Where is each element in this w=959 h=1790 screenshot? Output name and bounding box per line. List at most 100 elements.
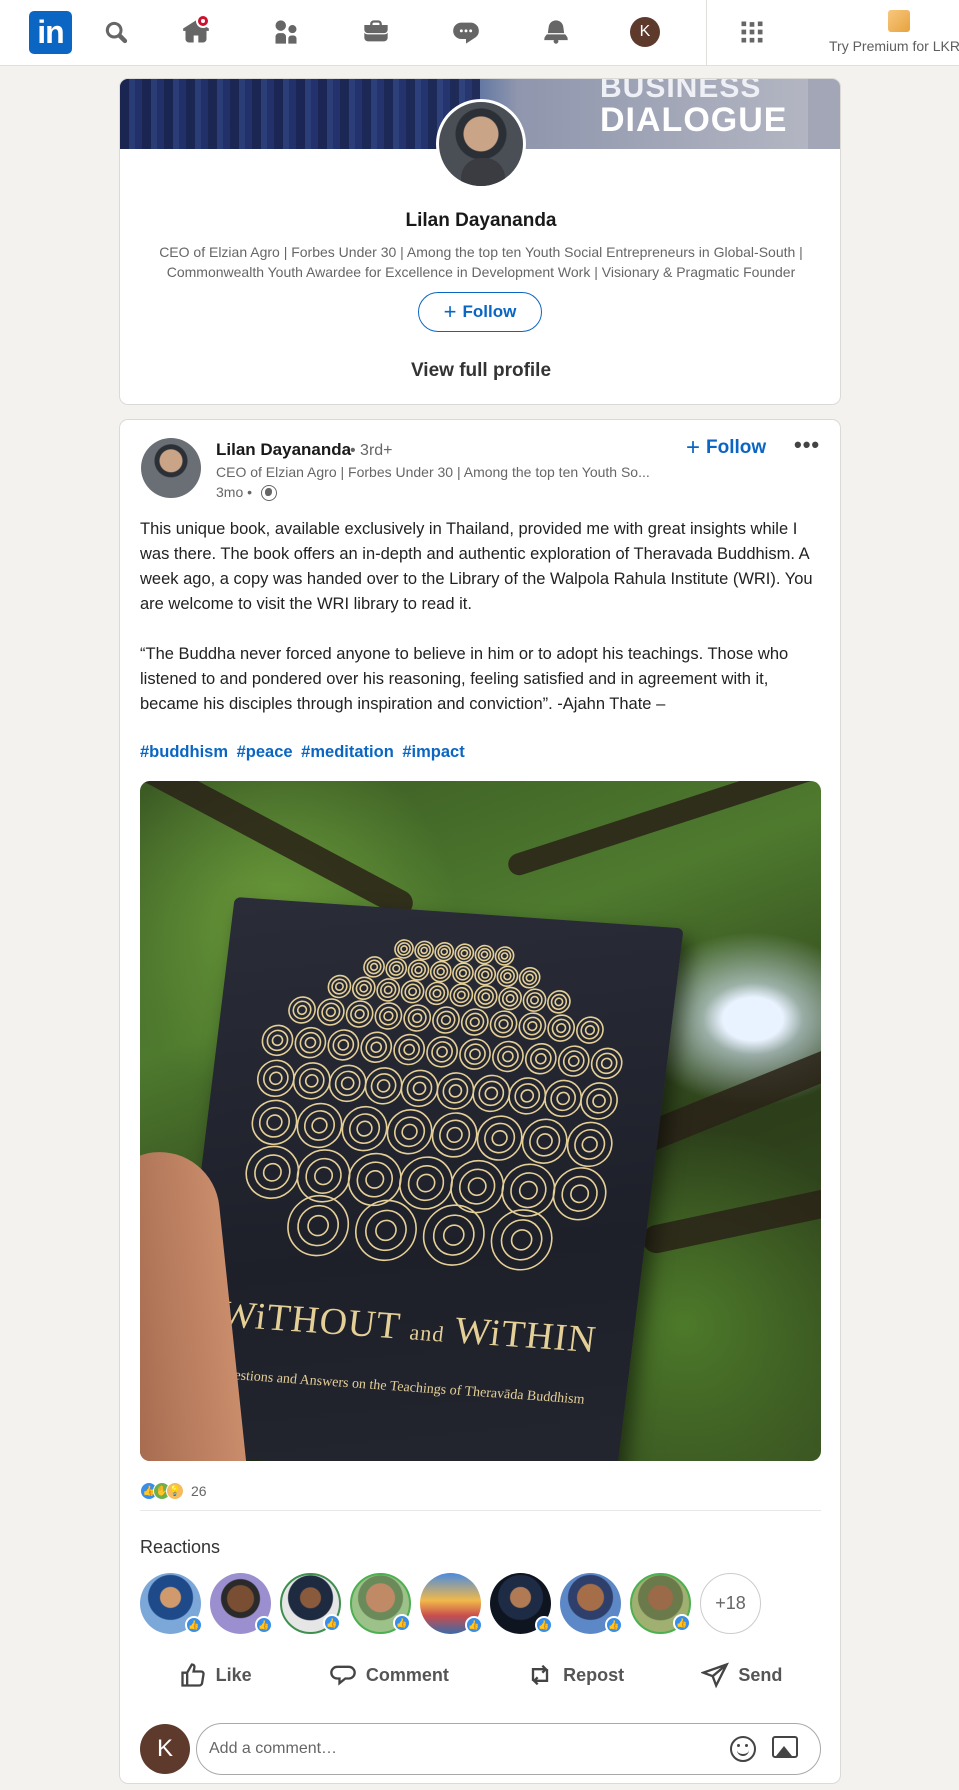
book-circle [455,965,471,981]
book-circle [574,1128,606,1160]
banner-text-line2: DIALOGUE [600,101,788,139]
book-circle [385,957,408,980]
banner-crowd-image [120,79,480,149]
send-button[interactable]: Send [701,1661,782,1689]
emoji-icon[interactable] [730,1736,756,1762]
messaging-icon[interactable] [448,14,484,50]
me-avatar[interactable]: K [630,17,660,47]
book-circle [469,1048,481,1060]
book-circle [392,964,401,973]
book-circle [262,1162,282,1182]
hashtag-link[interactable]: #buddhism [140,743,228,761]
book-circle [365,1036,388,1059]
book-circle [580,1082,618,1120]
profile-photo[interactable] [436,99,526,189]
reactor-avatar[interactable]: 👍 [630,1573,691,1634]
hashtag-link[interactable]: #peace [237,743,293,761]
book-circle [304,1074,319,1088]
hashtag-link[interactable]: #impact [402,743,464,761]
notifications-icon[interactable] [538,14,574,50]
book-circle [256,1059,295,1098]
book-circle [254,1154,291,1191]
like-button[interactable]: Like [179,1661,252,1689]
repost-label: Repost [563,1664,625,1685]
book-circle [307,1214,329,1237]
hashtag-link[interactable]: #meditation [301,743,394,761]
premium-icon[interactable] [888,10,910,32]
reactor-avatar[interactable]: 👍 [280,1573,341,1634]
book-circle [570,1184,590,1204]
book-circle [400,1069,439,1108]
book-circle [408,987,418,997]
book-circle [406,1075,433,1102]
book-circle [292,1000,312,1020]
reactor-avatar[interactable]: 👍 [560,1573,623,1634]
reactor-avatar[interactable]: 👍 [350,1573,411,1634]
book-circle [360,1031,393,1063]
author-headline: CEO of Elzian Agro | Forbes Under 30 | A… [216,464,650,480]
book-circle [436,1010,456,1030]
comment-input[interactable] [196,1723,821,1775]
book-circle [521,1118,568,1164]
book-circle [449,983,474,1007]
post-image[interactable]: WiTHOUT and WiTHIN Questions and Answers… [140,781,821,1461]
try-premium-link[interactable]: Try Premium for LKR [829,38,959,54]
book-circle [453,986,470,1004]
more-reactors-button[interactable]: +18 [700,1573,761,1634]
my-network-icon[interactable] [268,14,304,50]
book-circle [544,1079,583,1118]
more-options-icon[interactable]: ••• [794,432,820,458]
book-cover: WiTHOUT and WiTHIN Questions and Answers… [166,897,684,1461]
globe-icon [261,485,277,501]
reaction-summary[interactable]: 👍 ✋ 💡 26 [140,1482,207,1500]
book-circle [436,1072,475,1110]
linkedin-logo[interactable]: in [29,11,72,54]
reactor-avatar[interactable]: 👍 [490,1573,553,1634]
book-circle [432,1006,460,1034]
profile-name[interactable]: Lilan Dayananda [120,210,840,232]
book-circle [292,1062,331,1100]
book-circle [500,952,509,960]
book-circle [477,988,494,1005]
book-circle [359,983,369,993]
author-avatar[interactable] [141,438,201,498]
image-icon[interactable] [772,1736,798,1758]
search-icon[interactable] [98,14,134,50]
jobs-icon[interactable] [358,14,394,50]
comment-button[interactable]: Comment [329,1661,449,1689]
book-circle [380,981,397,999]
reaction-count[interactable]: 26 [191,1483,207,1499]
reactor-avatar[interactable]: 👍 [420,1573,483,1634]
view-full-profile-link[interactable]: View full profile [120,360,840,382]
book-circle [311,1117,328,1134]
reactor-avatar[interactable]: 👍 [210,1573,273,1634]
author-name[interactable]: Lilan Dayananda [216,440,351,460]
book-circle [271,1034,284,1047]
book-circle [412,1081,427,1096]
book-circle [552,1167,607,1221]
book-circle [376,978,401,1002]
reactor-avatar[interactable]: 👍 [140,1573,203,1634]
book-circle [492,1040,524,1073]
book-circle [287,1194,350,1257]
book-circle [394,1116,426,1148]
book-circle [518,967,541,989]
comment-icon [330,1665,356,1686]
home-icon[interactable] [178,14,214,50]
book-circle [592,1094,606,1108]
work-grid-icon[interactable] [734,14,770,50]
follow-label: Follow [462,302,517,321]
book-circle [305,1157,342,1194]
book-circle [477,947,492,962]
book-circle [297,1204,340,1247]
repost-button[interactable]: Repost [526,1661,624,1689]
book-circle [472,1074,511,1113]
profile-follow-button[interactable]: + Follow [418,292,542,332]
book-circle [407,959,430,981]
post-follow-button[interactable]: + Follow [686,436,766,460]
book-circle [386,1109,433,1155]
book-circle [503,972,512,981]
plus-icon: + [686,434,701,461]
book-circle [484,1086,499,1101]
book-circle [341,1105,388,1152]
